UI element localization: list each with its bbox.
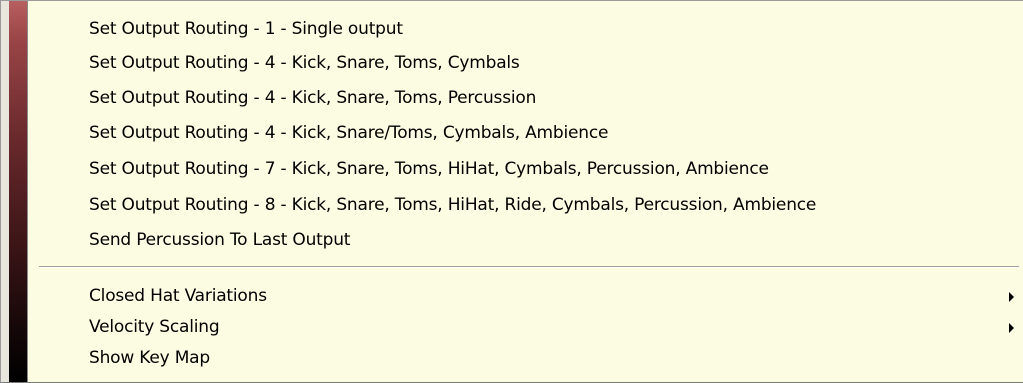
menu-item-closed-hat-variations[interactable]: Closed Hat Variations bbox=[89, 280, 1023, 313]
menu-item-label: Set Output Routing - 4 - Kick, Snare/Tom… bbox=[89, 123, 609, 143]
menu-separator bbox=[39, 266, 1019, 268]
menu-item-show-key-map[interactable]: Show Key Map bbox=[89, 342, 1023, 375]
menu-item-send-percussion-last-output[interactable]: Send Percussion To Last Output bbox=[89, 224, 1023, 257]
menu-sidebar-gradient bbox=[1, 1, 28, 382]
submenu-arrow-icon bbox=[1009, 292, 1014, 302]
menu-item-routing-4-cymbals[interactable]: Set Output Routing - 4 - Kick, Snare, To… bbox=[89, 47, 1023, 80]
menu-item-label: Set Output Routing - 7 - Kick, Snare, To… bbox=[89, 159, 769, 179]
menu-item-label: Set Output Routing - 1 - Single output bbox=[89, 19, 403, 39]
menu-item-routing-4-percussion[interactable]: Set Output Routing - 4 - Kick, Snare, To… bbox=[89, 82, 1023, 115]
menu-item-label: Set Output Routing - 4 - Kick, Snare, To… bbox=[89, 53, 520, 73]
context-menu: Set Output Routing - 1 - Single output S… bbox=[0, 0, 1023, 383]
menu-item-label: Set Output Routing - 8 - Kick, Snare, To… bbox=[89, 195, 817, 215]
submenu-arrow-icon bbox=[1009, 323, 1014, 333]
menu-item-label: Closed Hat Variations bbox=[89, 286, 267, 306]
menu-item-routing-7[interactable]: Set Output Routing - 7 - Kick, Snare, To… bbox=[89, 153, 1023, 186]
menu-item-routing-4-ambience[interactable]: Set Output Routing - 4 - Kick, Snare/Tom… bbox=[89, 117, 1023, 150]
menu-item-label: Velocity Scaling bbox=[89, 317, 220, 337]
menu-item-label: Show Key Map bbox=[89, 348, 210, 368]
menu-item-label: Send Percussion To Last Output bbox=[89, 230, 351, 250]
menu-item-routing-1-single-output[interactable]: Set Output Routing - 1 - Single output bbox=[89, 13, 1023, 46]
menu-item-velocity-scaling[interactable]: Velocity Scaling bbox=[89, 311, 1023, 344]
menu-item-label: Set Output Routing - 4 - Kick, Snare, To… bbox=[89, 88, 537, 108]
menu-item-routing-8[interactable]: Set Output Routing - 8 - Kick, Snare, To… bbox=[89, 189, 1023, 222]
